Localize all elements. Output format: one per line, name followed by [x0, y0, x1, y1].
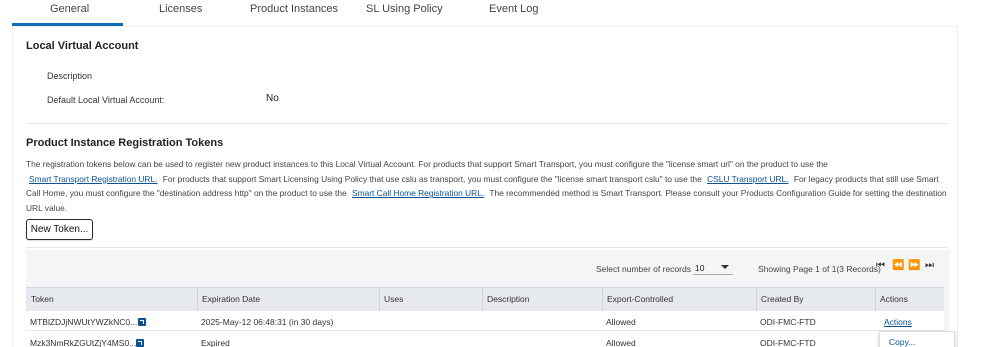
column-header-uses[interactable]: Uses: [384, 294, 403, 304]
export-controlled: Allowed: [606, 338, 636, 347]
table-header: Token Expiration Date Uses Description E…: [26, 287, 944, 311]
column-separator: [756, 287, 757, 311]
tab-sl-using-policy[interactable]: SL Using Policy: [366, 3, 443, 15]
description-text-1: The registration tokens below can be use…: [26, 159, 828, 169]
records-per-page-select[interactable]: 10: [693, 260, 733, 275]
copy-token-icon[interactable]: [136, 339, 144, 347]
table-row: MTBlZDJjNWUtYWZkNC0... 2025-May-12 06:48…: [26, 311, 944, 331]
expiration-date: 2025-May-12 06:48:31 (in 30 days): [201, 317, 334, 327]
column-header-expiration-date[interactable]: Expiration Date: [202, 294, 260, 304]
registration-tokens-title: Product Instance Registration Tokens: [26, 137, 224, 149]
chevron-down-icon: [721, 265, 729, 269]
description-text-2: For products that support Smart Licensin…: [162, 173, 702, 184]
expiration-date: Expired: [201, 338, 230, 347]
smart-transport-url-link[interactable]: Smart Transport Registration URL.: [29, 174, 157, 184]
section-divider-2: [26, 247, 948, 248]
column-separator: [602, 287, 603, 311]
paging-status: Showing Page 1 of 1(3 Records): [758, 264, 881, 274]
tab-general[interactable]: General: [50, 3, 89, 15]
tab-product-instances[interactable]: Product Instances: [250, 3, 338, 15]
column-header-description[interactable]: Description: [487, 294, 530, 304]
description-label: Description: [47, 71, 93, 81]
column-separator: [379, 287, 380, 311]
smart-call-home-url-link[interactable]: Smart Call Home Registration URL.: [352, 188, 484, 198]
copy-token-icon[interactable]: [138, 318, 146, 326]
created-by: ODI-FMC-FTD: [760, 338, 816, 347]
token-value: Mzk3NmRkZGUtZjY4MS0...: [30, 338, 137, 347]
cslu-transport-url-link[interactable]: CSLU Transport URL.: [707, 174, 788, 184]
records-select-label: Select number of records: [596, 264, 691, 274]
tab-event-log[interactable]: Event Log: [489, 3, 539, 15]
copy-token-menu-item[interactable]: Copy...: [889, 337, 915, 347]
table-row: Mzk3NmRkZGUtZjY4MS0... Expired Allowed O…: [26, 331, 944, 347]
created-by: ODI-FMC-FTD: [760, 317, 816, 327]
local-virtual-account-title: Local Virtual Account: [26, 40, 139, 52]
column-header-token[interactable]: Token: [31, 294, 54, 304]
next-page-icon[interactable]: ⏩: [908, 261, 920, 271]
section-divider: [26, 123, 948, 124]
registration-tokens-description: The registration tokens below can be use…: [26, 157, 948, 215]
last-page-icon[interactable]: ⏭: [925, 261, 934, 271]
export-controlled: Allowed: [606, 317, 636, 327]
token-value: MTBlZDJjNWUtYWZkNC0...: [30, 317, 138, 327]
column-header-export-controlled[interactable]: Export-Controlled: [607, 294, 673, 304]
column-separator: [482, 287, 483, 311]
records-per-page-value: 10: [695, 263, 705, 273]
actions-dropdown-menu: Copy...: [879, 331, 955, 347]
actions-link[interactable]: Actions: [884, 317, 912, 327]
tab-licenses[interactable]: Licenses: [159, 3, 202, 15]
default-account-label: Default Local Virtual Account:: [47, 95, 165, 105]
column-separator: [197, 287, 198, 311]
tab-bar: General Licenses Product Instances SL Us…: [0, 0, 1000, 27]
prev-page-icon[interactable]: ⏪: [892, 261, 904, 271]
column-header-created-by[interactable]: Created By: [761, 294, 804, 304]
first-page-icon[interactable]: ⏮: [876, 261, 885, 271]
default-account-value: No: [266, 93, 279, 104]
column-header-actions: Actions: [880, 294, 908, 304]
column-separator: [875, 287, 876, 311]
new-token-button[interactable]: New Token...: [26, 219, 93, 240]
